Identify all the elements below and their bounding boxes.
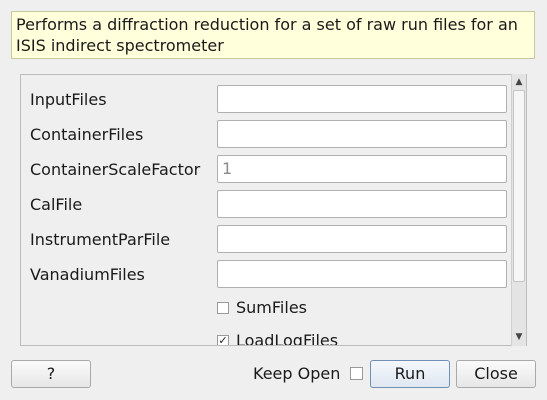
property-label: ContainerFiles xyxy=(30,125,144,144)
property-row-inputfiles: InputFiles xyxy=(30,85,518,115)
property-row-containerscalefactor: ContainerScaleFactor 1 xyxy=(30,155,518,185)
help-button[interactable]: ? xyxy=(11,360,91,388)
property-label: VanadiumFiles xyxy=(30,265,145,284)
property-row-calfile: CalFile xyxy=(30,190,518,220)
property-label: InputFiles xyxy=(30,90,107,109)
algorithm-description: Performs a diffraction reduction for a s… xyxy=(11,11,535,59)
instrumentparfile-input[interactable] xyxy=(217,225,507,253)
property-row-containerfiles: ContainerFiles xyxy=(30,120,518,150)
loadlogfiles-checkbox-row[interactable]: ✓ LoadLogFiles xyxy=(217,331,417,346)
property-row-instrumentparfile: InstrumentParFile xyxy=(30,225,518,255)
keep-open-checkbox[interactable] xyxy=(350,367,363,380)
containerfiles-input[interactable] xyxy=(217,120,507,148)
containerscalefactor-input[interactable]: 1 xyxy=(217,155,507,183)
loadlogfiles-label: LoadLogFiles xyxy=(236,331,339,346)
property-label: ContainerScaleFactor xyxy=(30,160,201,179)
close-button[interactable]: Close xyxy=(456,360,536,388)
calfile-input[interactable] xyxy=(217,190,507,218)
property-label: InstrumentParFile xyxy=(30,230,171,249)
property-row-vanadiumfiles: VanadiumFiles xyxy=(30,260,518,290)
vertical-scrollbar[interactable]: ▲ ▼ xyxy=(511,74,526,346)
sumfiles-label: SumFiles xyxy=(236,298,307,317)
properties-panel: InputFiles ContainerFiles ContainerScale… xyxy=(20,74,527,346)
keep-open-label: Keep Open xyxy=(253,364,341,383)
scrollbar-thumb[interactable] xyxy=(513,90,525,282)
sumfiles-checkbox[interactable] xyxy=(217,302,229,314)
vanadiumfiles-input[interactable] xyxy=(217,260,507,288)
inputfiles-input[interactable] xyxy=(217,85,507,113)
sumfiles-checkbox-row[interactable]: SumFiles xyxy=(217,298,417,320)
scroll-down-arrow-icon[interactable]: ▼ xyxy=(512,330,526,344)
property-label: CalFile xyxy=(30,195,83,214)
loadlogfiles-checkbox[interactable]: ✓ xyxy=(217,335,229,345)
scroll-up-arrow-icon[interactable]: ▲ xyxy=(512,75,526,89)
run-button[interactable]: Run xyxy=(370,360,450,388)
